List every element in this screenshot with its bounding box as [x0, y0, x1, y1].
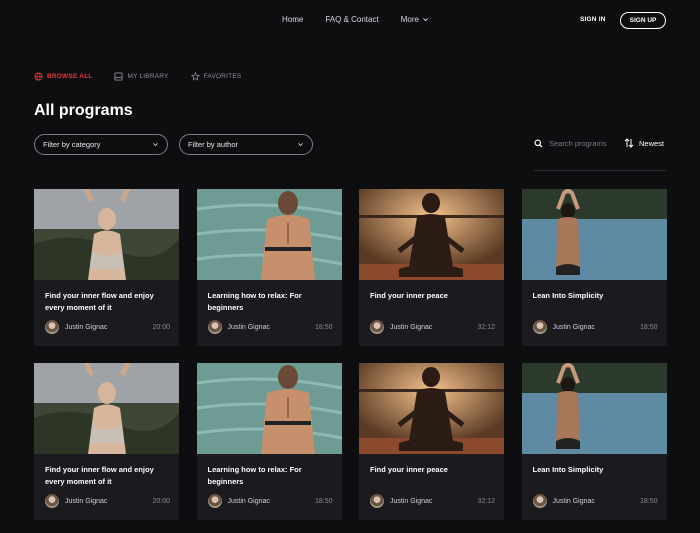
sort-icon — [624, 138, 634, 148]
library-icon — [114, 72, 124, 81]
author-filter-label: Filter by author — [188, 140, 239, 149]
program-meta: Justin Gignac 18:50 — [532, 494, 658, 508]
search-underline — [534, 170, 666, 171]
woman-back-sea-image — [196, 363, 342, 454]
program-author: Justin Gignac — [552, 323, 595, 331]
tab-browse-all[interactable]: BROWSE ALL — [34, 72, 92, 81]
author-filter-select[interactable]: Filter by author — [179, 134, 313, 155]
nav-home-link[interactable]: Home — [282, 15, 303, 24]
program-meta: Justin Gignac 18:50 — [207, 494, 333, 508]
program-card[interactable]: Learning how to relax: For beginners Jus… — [196, 189, 342, 346]
program-duration: 32:12 — [477, 497, 495, 505]
sort-newest-button[interactable]: Newest — [624, 138, 664, 148]
program-duration: 18:50 — [639, 323, 658, 331]
author-avatar — [370, 494, 384, 508]
program-title: Lean Into Simplicity — [532, 291, 604, 300]
program-thumbnail — [359, 189, 504, 280]
main-nav: Home FAQ & Contact More — [282, 15, 429, 24]
meditation-silhouette-image — [359, 189, 504, 280]
program-meta: Justin Gignac 32:12 — [370, 494, 495, 508]
sign-up-button[interactable]: SIGN UP — [620, 12, 666, 29]
program-author: Justin Gignac — [65, 323, 108, 331]
program-duration: 18:50 — [639, 497, 658, 505]
program-title: Find your inner flow and enjoy every mom… — [45, 465, 154, 486]
page-title: All programs — [34, 102, 133, 119]
program-meta: Justin Gignac 20:00 — [45, 320, 170, 334]
tab-my-library[interactable]: MY LIBRARY — [114, 72, 168, 81]
meditation-silhouette-image — [359, 363, 504, 454]
woman-back-sea-image — [196, 189, 342, 280]
author-avatar — [532, 320, 547, 334]
author-avatar — [207, 320, 222, 334]
program-meta: Justin Gignac 18:50 — [532, 320, 658, 334]
program-meta: Justin Gignac 32:12 — [370, 320, 495, 334]
program-title: Learning how to relax: For beginners — [207, 465, 302, 486]
chevron-down-icon — [298, 143, 303, 147]
tab-favorites[interactable]: FAVORITES — [190, 72, 242, 81]
program-author: Justin Gignac — [552, 497, 595, 505]
tab-my-library-label: MY LIBRARY — [127, 73, 169, 80]
library-tabs: BROWSE ALL MY LIBRARY FAVORITES — [34, 72, 241, 81]
top-navigation-bar: Home FAQ & Contact More SIGN IN SIGN UP — [0, 0, 700, 40]
program-thumbnail — [521, 189, 667, 280]
woman-arms-raised-image — [34, 363, 179, 454]
program-duration: 18:50 — [314, 323, 333, 331]
program-author: Justin Gignac — [65, 497, 108, 505]
program-author: Justin Gignac — [227, 323, 270, 331]
author-avatar — [45, 320, 59, 334]
program-title: Find your inner peace — [370, 291, 448, 300]
program-duration: 18:50 — [314, 497, 333, 505]
category-filter-label: Filter by category — [43, 140, 101, 149]
program-thumbnail — [521, 363, 667, 454]
program-thumbnail — [34, 363, 179, 454]
woman-infinity-pool-image — [521, 363, 667, 454]
author-avatar — [370, 320, 384, 334]
woman-infinity-pool-image — [521, 189, 667, 280]
author-avatar — [532, 494, 547, 508]
program-card[interactable]: Find your inner peace Justin Gignac 32:1… — [359, 189, 504, 346]
program-card[interactable]: Learning how to relax: For beginners Jus… — [196, 363, 342, 520]
program-duration: 32:12 — [477, 323, 495, 331]
program-thumbnail — [196, 189, 342, 280]
search-programs-input[interactable]: Search programs — [534, 139, 607, 148]
program-author: Justin Gignac — [390, 323, 433, 331]
program-card[interactable]: Lean Into Simplicity Justin Gignac 18:50 — [521, 363, 667, 520]
program-meta: Justin Gignac 20:00 — [45, 494, 170, 508]
program-thumbnail — [359, 363, 504, 454]
program-author: Justin Gignac — [227, 497, 270, 505]
author-avatar — [45, 494, 59, 508]
programs-grid: Find your inner flow and enjoy every mom… — [34, 189, 667, 520]
author-avatar — [207, 494, 222, 508]
program-card[interactable]: Find your inner flow and enjoy every mom… — [34, 189, 179, 346]
star-icon — [190, 72, 200, 81]
program-duration: 20:00 — [152, 497, 170, 505]
program-thumbnail — [196, 363, 342, 454]
search-icon — [534, 139, 543, 148]
category-filter-select[interactable]: Filter by category — [34, 134, 168, 155]
program-meta: Justin Gignac 18:50 — [207, 320, 333, 334]
program-title: Lean Into Simplicity — [532, 465, 604, 474]
nav-more-label: More — [400, 15, 419, 24]
program-card[interactable]: Lean Into Simplicity Justin Gignac 18:50 — [521, 189, 667, 346]
program-title: Find your inner flow and enjoy every mom… — [45, 291, 154, 312]
sort-label: Newest — [639, 138, 665, 148]
search-placeholder: Search programs — [549, 139, 607, 148]
nav-more-dropdown[interactable]: More — [401, 15, 429, 24]
program-card[interactable]: Find your inner flow and enjoy every mom… — [34, 363, 179, 520]
program-title: Learning how to relax: For beginners — [207, 291, 302, 312]
chevron-down-icon — [153, 143, 158, 147]
nav-faq-contact-link[interactable]: FAQ & Contact — [325, 15, 378, 24]
woman-arms-raised-image — [34, 189, 179, 280]
tab-favorites-label: FAVORITES — [203, 73, 242, 80]
program-title: Find your inner peace — [370, 465, 448, 474]
globe-icon — [34, 72, 43, 81]
program-thumbnail — [34, 189, 179, 280]
program-duration: 20:00 — [152, 323, 170, 331]
program-author: Justin Gignac — [390, 497, 433, 505]
sign-in-link[interactable]: SIGN IN — [580, 16, 606, 23]
program-card[interactable]: Find your inner peace Justin Gignac 32:1… — [359, 363, 504, 520]
chevron-down-icon — [423, 18, 428, 22]
tab-browse-all-label: BROWSE ALL — [47, 73, 93, 80]
